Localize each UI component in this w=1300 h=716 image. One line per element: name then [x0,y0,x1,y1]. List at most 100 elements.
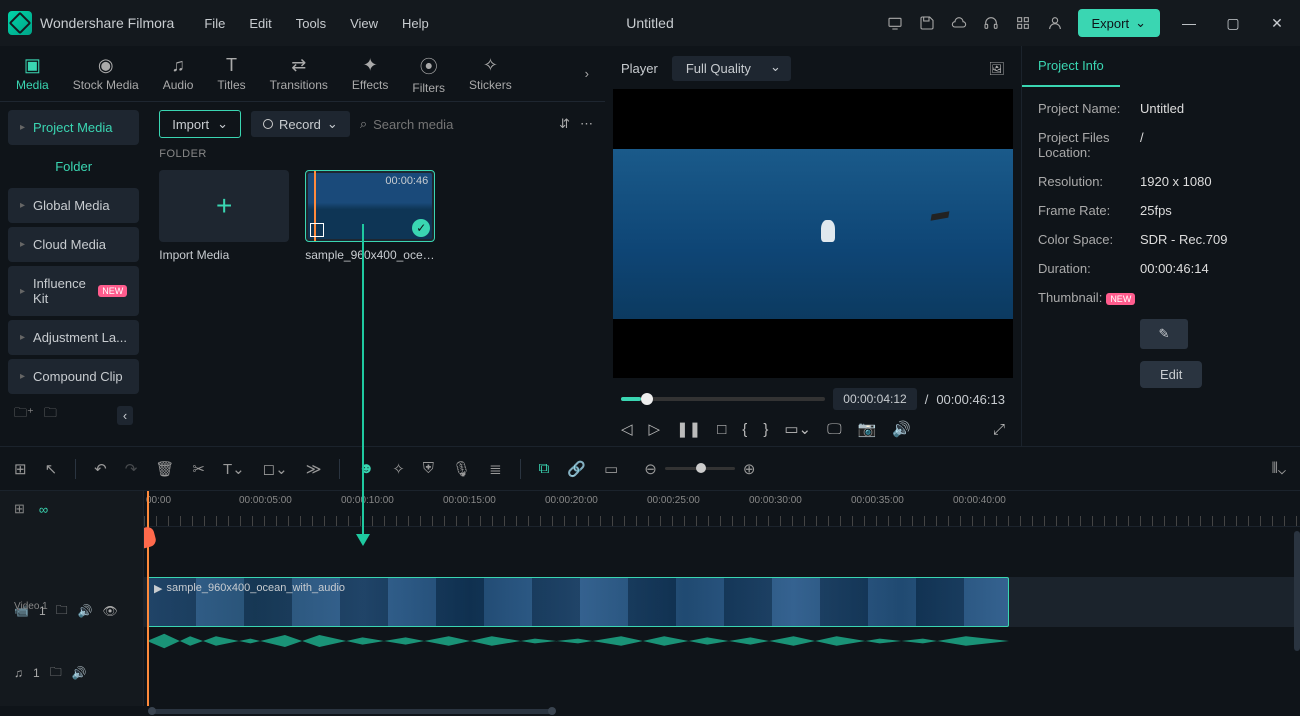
text-button[interactable]: T⌄ [223,460,245,478]
pause-button[interactable]: ❚❚ [676,420,701,438]
user-icon[interactable] [1046,14,1064,32]
display-button[interactable]: 🖵 [827,421,841,438]
tab-transitions[interactable]: ⇄Transitions [270,55,328,92]
tab-filters[interactable]: ⦿Filters [412,53,445,95]
menu-help[interactable]: Help [402,16,429,31]
mixer-icon[interactable]: ⫴⌄ [1272,460,1286,477]
mute-icon[interactable]: 🔊 [78,604,93,618]
audio-track[interactable] [144,629,1300,653]
mark-in-button[interactable]: { [742,421,747,438]
sidebar-influence-kit[interactable]: ▸Influence KitNEW [8,266,139,316]
cloud-icon[interactable] [950,14,968,32]
quality-dropdown[interactable]: Full Quality [672,56,791,81]
search-input[interactable] [373,117,549,132]
menu-edit[interactable]: Edit [249,16,271,31]
video-track-head[interactable]: 📹1 🗀 🔊 👁 Video 1 [0,577,143,645]
player-viewport[interactable] [613,89,1013,378]
tab-stock-media[interactable]: ◉Stock Media [73,55,139,92]
timeline-hscroll[interactable] [0,706,1300,716]
play-button[interactable]: ▷ [649,420,661,438]
export-button[interactable]: Export⌄ [1078,9,1160,37]
ratio-button[interactable]: ▭⌄ [784,420,811,438]
minimize-button[interactable]: — [1174,15,1204,31]
maximize-button[interactable]: ▢ [1218,15,1248,32]
collapse-sidebar-button[interactable]: ‹ [117,406,133,425]
volume-icon[interactable]: 🔊 [892,420,911,438]
tab-media[interactable]: ▣Media [16,55,49,92]
menu-view[interactable]: View [350,16,378,31]
import-media-tile[interactable]: + Import Media [159,170,289,262]
more-icon[interactable]: ⋯ [580,116,593,132]
snapshot-icon[interactable]: 🖼 [988,61,1005,77]
redo-button[interactable]: ↷ [125,460,138,478]
import-button[interactable]: Import⌄ [159,110,241,138]
new-folder-icon[interactable]: 🗀⁺ [14,404,34,426]
playhead[interactable] [147,491,149,706]
timeline-mode-icon[interactable]: ⊞ [14,501,25,517]
eye-icon[interactable]: 👁 [103,604,118,618]
project-info-tab[interactable]: Project Info [1022,46,1120,87]
media-clip-tile[interactable]: 00:00:46 ✓ sample_960x400_ocea... [305,170,435,262]
total-time: 00:00:46:13 [936,392,1005,407]
folder-icon[interactable]: 🗀 [44,404,57,426]
crop-button[interactable]: ◻⌄ [263,460,288,478]
magnet-icon[interactable]: ⧉ [539,460,550,477]
sidebar-compound-clip[interactable]: ▸Compound Clip [8,359,139,394]
sidebar-global-media[interactable]: ▸Global Media [8,188,139,223]
filter-icon[interactable]: ⇵ [559,116,570,132]
tab-effects[interactable]: ✦Effects [352,55,388,92]
timeline-clip[interactable]: ▶ sample_960x400_ocean_with_audio [147,577,1009,627]
delete-button[interactable]: 🗑 [155,460,174,478]
prev-frame-button[interactable]: ◁ [621,420,633,438]
player-tab[interactable]: Player [621,61,658,76]
apps-icon[interactable] [1014,14,1032,32]
tab-audio[interactable]: ♫Audio [163,55,194,92]
video-track[interactable]: ▶ sample_960x400_ocean_with_audio [144,577,1300,627]
record-button[interactable]: Record⌄ [251,111,350,137]
player-scrubber[interactable] [621,397,825,401]
display-icon[interactable] [886,14,904,32]
tab-titles[interactable]: TTitles [217,55,245,92]
zoom-slider[interactable] [665,467,735,470]
fullscreen-button[interactable]: ⤢ [993,421,1005,438]
caption-icon[interactable]: ≣ [489,460,502,478]
menu-tools[interactable]: Tools [296,16,326,31]
thumbnail-preview[interactable]: ✎ [1140,319,1188,349]
folder-icon[interactable]: 🗀 [56,601,68,622]
tab-stickers[interactable]: ✧Stickers [469,55,512,92]
cut-button[interactable]: ✂ [192,460,205,478]
save-icon[interactable] [918,14,936,32]
zoom-in-button[interactable]: ⊕ [743,460,756,478]
headset-icon[interactable] [982,14,1000,32]
timeline-vscroll[interactable] [1294,531,1300,651]
audio-track-head[interactable]: ♫1 🗀 🔊 [0,645,143,701]
marker-icon[interactable]: ▭ [604,460,618,478]
timeline-ruler[interactable]: 00:00 00:00:05:00 00:00:10:00 00:00:15:0… [144,491,1300,527]
sparkle-icon[interactable]: ✧ [392,460,405,478]
edit-button[interactable]: Edit [1140,361,1202,388]
sidebar-project-media[interactable]: ▸Project Media [8,110,139,145]
link-toggle-icon[interactable]: ∞ [39,502,48,517]
undo-button[interactable]: ↶ [94,460,107,478]
sidebar-adjustment-layer[interactable]: ▸Adjustment La... [8,320,139,355]
stop-button[interactable]: □ [717,421,726,438]
camera-icon[interactable]: 📷 [858,420,877,438]
sidebar-cloud-media[interactable]: ▸Cloud Media [8,227,139,262]
tabs-next-button[interactable]: › [585,66,589,81]
timeline-tracks[interactable]: 00:00 00:00:05:00 00:00:10:00 00:00:15:0… [144,491,1300,706]
mark-out-button[interactable]: } [763,421,768,438]
more-tools-button[interactable]: ≫ [306,460,322,478]
cursor-icon[interactable]: ↖ [45,460,58,478]
folder-icon[interactable]: 🗀 [50,663,62,684]
menu-file[interactable]: File [204,16,225,31]
clip-duration: 00:00:46 [385,175,428,187]
layout-icon[interactable]: ⊞ [14,460,27,478]
shield-icon[interactable]: ⛨ [423,460,434,477]
sidebar-folder[interactable]: Folder [8,149,139,184]
mute-icon[interactable]: 🔊 [72,666,87,680]
zoom-out-button[interactable]: ⊖ [644,460,657,478]
link-icon[interactable]: 🔗 [567,460,586,478]
close-button[interactable]: ✕ [1262,15,1292,32]
ai-icon[interactable]: ☻ [358,460,374,477]
mic-icon[interactable]: 🎙 [452,460,471,478]
